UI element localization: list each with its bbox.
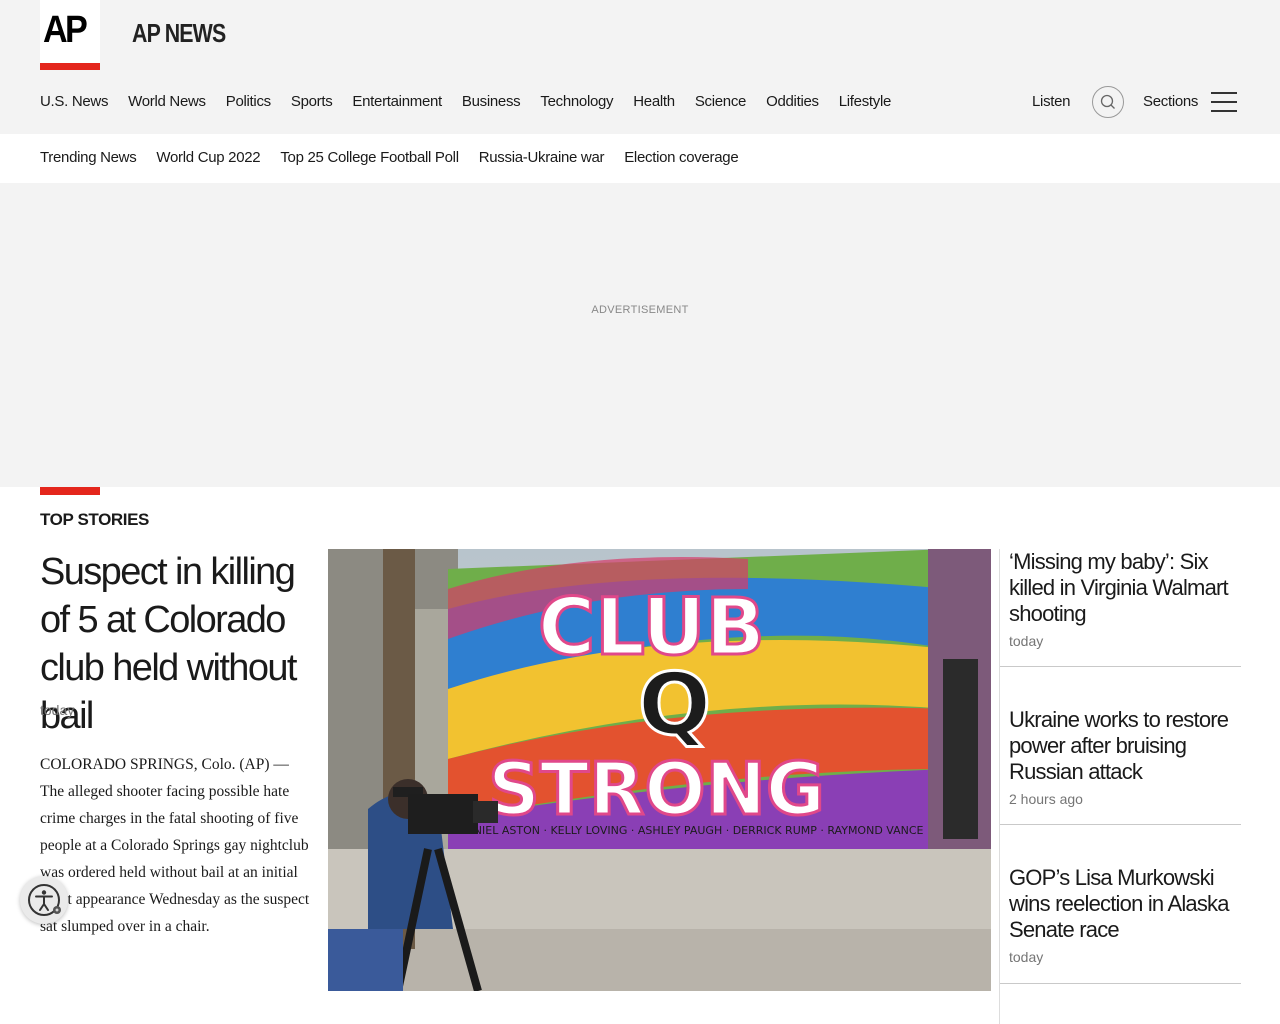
side-timestamp: 2 hours ago [1009, 791, 1083, 807]
mural-text-q: Q [638, 655, 711, 755]
side-story[interactable]: Ukraine works to restore power after bru… [1000, 667, 1241, 825]
trending-link-top-25[interactable]: Top 25 College Football Poll [280, 145, 459, 171]
accessibility-icon [28, 884, 61, 916]
lead-headline[interactable]: Suspect in killing of 5 at Colorado club… [40, 548, 320, 740]
logo-accent-bar [40, 63, 100, 70]
mural-photo: CLUB Q STRONG DANIEL ASTON · KELLY LOVIN… [328, 549, 991, 991]
side-headline[interactable]: Ukraine works to restore power after bru… [1009, 707, 1234, 785]
mural-text-strong: STRONG [488, 747, 825, 831]
sections-link[interactable]: Sections [1143, 88, 1198, 116]
side-headline[interactable]: ‘Missing my baby’: Six killed in Virgini… [1009, 549, 1234, 627]
logo-text: AP [43, 9, 88, 51]
side-story[interactable]: ‘Missing my baby’: Six killed in Virgini… [1000, 549, 1241, 667]
trending-link-trending-news[interactable]: Trending News [40, 145, 137, 171]
nav-business[interactable]: Business [462, 88, 521, 116]
advertisement-label: ADVERTISEMENT [591, 304, 689, 316]
side-timestamp: today [1009, 633, 1044, 649]
menu-icon[interactable] [1211, 92, 1237, 112]
section-title: TOP STORIES [40, 510, 149, 529]
lead-photo[interactable]: CLUB Q STRONG DANIEL ASTON · KELLY LOVIN… [328, 549, 991, 991]
lead-summary[interactable]: COLORADO SPRINGS, Colo. (AP) — The alleg… [40, 751, 310, 940]
nav-sports[interactable]: Sports [291, 88, 333, 116]
ap-logo[interactable]: AP [40, 0, 100, 70]
side-stories: ‘Missing my baby’: Six killed in Virgini… [999, 549, 1241, 1024]
side-timestamp: today [1009, 949, 1044, 965]
nav-technology[interactable]: Technology [540, 88, 613, 116]
mural-names: DANIEL ASTON · KELLY LOVING · ASHLEY PAU… [458, 824, 924, 837]
main-nav: U.S. News World News Politics Sports Ent… [40, 88, 911, 116]
trending-link-russia-ukraine[interactable]: Russia-Ukraine war [479, 145, 605, 171]
trending-link-election[interactable]: Election coverage [624, 145, 738, 171]
side-headline[interactable]: GOP’s Lisa Murkowski wins reelection in … [1009, 865, 1234, 943]
trending-bar: Trending News World Cup 2022 Top 25 Coll… [0, 134, 1280, 183]
nav-world-news[interactable]: World News [128, 88, 206, 116]
nav-oddities[interactable]: Oddities [766, 88, 819, 116]
search-button[interactable] [1092, 86, 1124, 118]
lead-timestamp: today [40, 702, 75, 718]
search-icon [1100, 94, 1115, 109]
nav-politics[interactable]: Politics [226, 88, 271, 116]
trending-link-world-cup[interactable]: World Cup 2022 [156, 145, 260, 171]
brand-name[interactable]: AP NEWS [132, 17, 226, 49]
listen-link[interactable]: Listen [1032, 88, 1071, 116]
section-accent-bar [40, 487, 100, 495]
nav-science[interactable]: Science [695, 88, 747, 116]
nav-lifestyle[interactable]: Lifestyle [839, 88, 892, 116]
advertisement-slot[interactable]: ADVERTISEMENT [0, 183, 1280, 487]
nav-entertainment[interactable]: Entertainment [352, 88, 442, 116]
nav-us-news[interactable]: U.S. News [40, 88, 108, 116]
accessibility-button[interactable] [20, 876, 68, 924]
nav-health[interactable]: Health [633, 88, 675, 116]
side-story[interactable]: GOP’s Lisa Murkowski wins reelection in … [1000, 825, 1241, 984]
masthead: AP AP NEWS U.S. News World News Politics… [0, 0, 1280, 134]
